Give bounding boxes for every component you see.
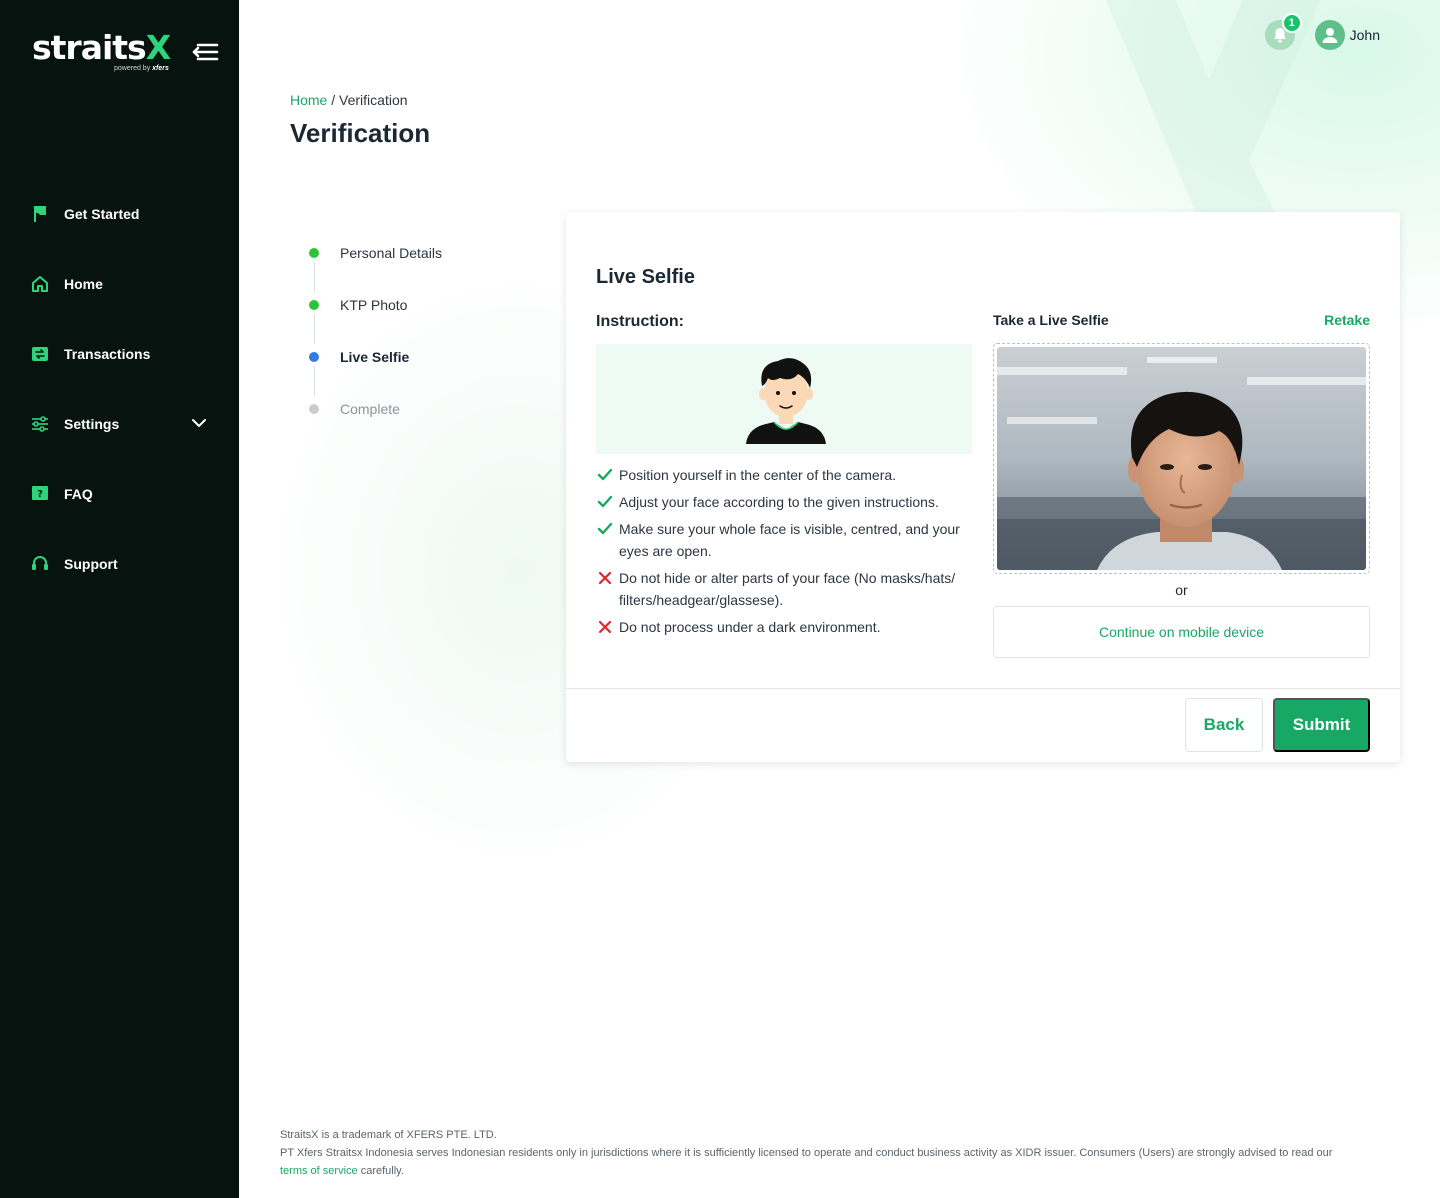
instruction-list: Position yourself in the center of the c…: [596, 464, 976, 643]
svg-text:?: ?: [37, 489, 43, 500]
sidebar: straitsX powered by xfers Get Started Ho…: [0, 0, 239, 1198]
menu-collapse-icon[interactable]: [190, 40, 220, 64]
sidebar-item-get-started[interactable]: Get Started: [0, 179, 239, 249]
page-title: Verification: [290, 118, 431, 148]
card-divider: [566, 688, 1400, 689]
sidebar-item-label: Transactions: [64, 346, 151, 362]
continue-on-mobile-button[interactable]: Continue on mobile device: [993, 606, 1370, 658]
selfie-section-title: Take a Live Selfie: [993, 312, 1109, 328]
sidebar-item-label: FAQ: [64, 486, 93, 502]
logo-tagline: powered by xfers: [114, 65, 169, 72]
verification-steps: Personal Details KTP Photo Live Selfie C…: [309, 244, 442, 452]
breadcrumb-separator: /: [327, 92, 340, 108]
straitsx-logo[interactable]: straitsX powered by xfers: [32, 28, 171, 73]
selfie-preview-frame: [993, 343, 1370, 574]
sidebar-item-settings[interactable]: Settings: [0, 389, 239, 459]
step-live-selfie: Live Selfie: [309, 348, 442, 400]
terms-of-service-link[interactable]: terms of service: [280, 1165, 358, 1177]
back-button[interactable]: Back: [1185, 698, 1263, 752]
footer-tos-suffix: carefully.: [357, 1165, 404, 1177]
footer-tos-line: terms of service carefully.: [280, 1162, 1400, 1180]
user-avatar-icon[interactable]: [1314, 20, 1345, 50]
sidebar-nav: Get Started Home Transactions Settings ?…: [0, 179, 239, 599]
sidebar-item-label: Home: [64, 276, 103, 292]
footer-disclaimer: PT Xfers Straitsx Indonesia serves Indon…: [280, 1144, 1400, 1162]
step-label: KTP Photo: [340, 297, 408, 313]
instruction-title: Instruction:: [596, 313, 684, 330]
instruction-text: Do not process under a dark environment.: [619, 619, 881, 635]
notification-bell-icon[interactable]: 1: [1264, 13, 1302, 50]
selfie-photo: [997, 347, 1366, 570]
question-icon: ?: [31, 485, 49, 503]
logo-wordmark: straitsX: [32, 28, 171, 67]
sidebar-item-label: Get Started: [64, 206, 140, 222]
breadcrumb-current: Verification: [339, 92, 408, 108]
sidebar-item-transactions[interactable]: Transactions: [0, 319, 239, 389]
step-status-dot: [309, 300, 319, 310]
step-status-dot: [309, 248, 319, 258]
sidebar-item-faq[interactable]: ? FAQ: [0, 459, 239, 529]
instruction-item: Do not process under a dark environment.: [596, 616, 976, 638]
username[interactable]: John: [1350, 27, 1380, 43]
retake-link[interactable]: Retake: [1324, 312, 1370, 328]
sidebar-item-label: Support: [64, 556, 118, 572]
check-icon: [597, 468, 613, 481]
transactions-icon: [31, 345, 49, 363]
cross-icon: [598, 571, 612, 585]
step-connector: [314, 366, 315, 396]
cross-icon: [598, 620, 612, 634]
footer-trademark: StraitsX is a trademark of XFERS PTE. LT…: [280, 1129, 497, 1141]
selfie-instruction-illustration: [596, 344, 972, 454]
step-personal-details: Personal Details: [309, 244, 442, 296]
instruction-text: Adjust your face according to the given …: [619, 494, 939, 510]
footer-disclaimer-text: PT Xfers Straitsx Indonesia serves Indon…: [280, 1147, 1333, 1159]
step-connector: [314, 262, 315, 292]
instruction-text: Do not hide or alter parts of your face …: [619, 570, 956, 608]
topbar: 1 John: [1264, 13, 1380, 50]
step-label: Complete: [340, 401, 400, 417]
instruction-item: Do not hide or alter parts of your face …: [596, 567, 976, 611]
step-label: Live Selfie: [340, 349, 410, 365]
chevron-down-icon[interactable]: [191, 415, 207, 433]
step-connector: [314, 314, 315, 344]
step-status-dot: [309, 352, 319, 362]
breadcrumb: Home / Verification: [290, 92, 408, 108]
home-icon: [31, 275, 49, 293]
sliders-icon: [31, 415, 49, 433]
notification-count-badge: 1: [1281, 13, 1302, 33]
main-content: 1 John Home / Verification Verification …: [239, 0, 1440, 1198]
step-label: Personal Details: [340, 245, 442, 261]
instruction-item: Adjust your face according to the given …: [596, 491, 976, 513]
instruction-text: Position yourself in the center of the c…: [619, 467, 897, 483]
submit-button[interactable]: Submit: [1273, 698, 1370, 752]
step-complete: Complete: [309, 400, 442, 452]
step-status-dot: [309, 404, 319, 414]
check-icon: [597, 522, 613, 535]
headset-icon: [31, 555, 49, 573]
live-selfie-card: Live Selfie Instruction: Position yourse…: [566, 212, 1400, 762]
instruction-item: Position yourself in the center of the c…: [596, 464, 976, 486]
footer: StraitsX is a trademark of XFERS PTE. LT…: [280, 1126, 1400, 1180]
step-ktp-photo: KTP Photo: [309, 296, 442, 348]
sidebar-item-label: Settings: [64, 416, 120, 432]
instruction-item: Make sure your whole face is visible, ce…: [596, 518, 976, 562]
or-separator: or: [1175, 582, 1188, 598]
breadcrumb-home-link[interactable]: Home: [290, 92, 327, 108]
sidebar-item-home[interactable]: Home: [0, 249, 239, 319]
card-title: Live Selfie: [596, 266, 695, 288]
sidebar-item-support[interactable]: Support: [0, 529, 239, 599]
check-icon: [597, 495, 613, 508]
instruction-text: Make sure your whole face is visible, ce…: [619, 521, 960, 559]
flag-icon: [31, 205, 49, 223]
